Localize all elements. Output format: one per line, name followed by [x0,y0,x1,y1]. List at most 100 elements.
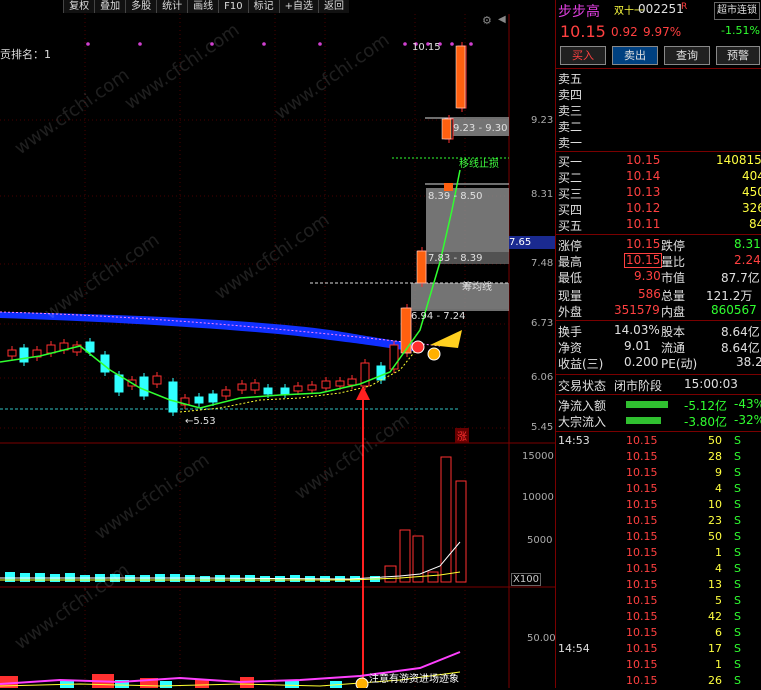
stat-row: 外盘 351579 内盘 860567 [556,303,761,319]
bid-row-1: 买一 10.15 140815 [556,153,761,169]
tick-row: 10.15 5 S [556,594,761,610]
stat-label: 换手 [558,325,583,339]
marker-dot [262,42,266,46]
ask-row-5: 卖五 [556,70,761,86]
candle [280,387,290,395]
tick-side: S [734,562,741,575]
buy-button[interactable]: 买入 [560,46,606,65]
tick-row: 10.15 1 S [556,658,761,674]
indicator-bar [285,681,299,688]
price-axis-label: 5.45 [531,422,554,433]
tick-volume: 42 [708,610,722,623]
tick-row: 14:54 10.15 17 S [556,642,761,658]
toolbar-draw-button[interactable]: 画线 [187,0,219,13]
kline-chart-area[interactable]: www.cfchi.com www.cfchi.com www.cfchi.com w… [0,0,555,688]
volume-bar [260,576,270,582]
volume-bar-up [427,571,439,583]
stat-label: 跌停 [661,239,686,253]
ask-row-4: 卖四 [556,86,761,102]
alert-button[interactable]: 预警 [716,46,760,65]
tick-row: 10.15 10 S [556,498,761,514]
stat-label: 流通 [661,341,686,355]
trade-time: 15:00:03 [684,377,738,391]
tick-price: 10.15 [626,546,658,559]
tick-row: 10.15 50 S [556,530,761,546]
sector-badge[interactable]: 超市连锁 [714,2,760,20]
ask-label: 卖五 [558,72,583,86]
candle [168,381,178,413]
toolbar-back-button[interactable]: 返回 [318,0,349,13]
toolbar-f10-button[interactable]: F10 [218,0,248,13]
tick-side: S [734,594,741,607]
limit-up-candle [455,45,466,109]
kline-chart-svg: www.cfchi.comwww.cfchi.com www.cfchi.comw… [0,14,555,688]
stat-value: 8.31 [734,237,761,251]
buy-signal-icon [427,347,441,361]
current-price: 10.15 [560,22,606,41]
limit-up-candle [416,250,427,284]
stat-value-highlight: 10.15 [624,253,663,268]
tick-volume: 50 [708,530,722,543]
stat-label: 量比 [661,255,686,269]
sell-button[interactable]: 卖出 [612,46,658,65]
bid-price: 10.12 [626,201,661,215]
candle [85,341,95,353]
bid-volume: 84 [749,217,761,231]
tick-side: S [734,466,741,479]
toolbar-mark-button[interactable]: 标记 [247,0,279,13]
tick-price: 10.15 [626,482,658,495]
candle [7,349,17,357]
stat-row: 最高 10.15 量比 2.24 [556,253,761,269]
sector-change: -1.51% [721,24,760,37]
trade-status: 闭市阶段 [614,379,663,393]
marker-dot [403,42,407,46]
zone-label-1: 9.23 - 9.30 [453,123,508,134]
tick-price: 10.15 [626,514,658,527]
marker-dot [86,42,90,46]
toolbar-multi-stock-button[interactable]: 多股 [125,0,157,13]
toolbar-fuquan-button[interactable]: 复权 [63,0,95,13]
tick-row: 10.15 1 S [556,546,761,562]
marker-dot [318,42,322,46]
candle [19,347,29,363]
divider [556,374,761,375]
volume-bar-up [455,480,467,583]
tick-price: 10.15 [626,434,658,447]
toolbar-add-watchlist-button[interactable]: +自选 [278,0,318,13]
watermark-text: www.cfchi.com [91,449,214,544]
stat-value: 10.15 [626,237,661,251]
tick-volume: 10 [708,498,722,511]
zone-label-4: 6.94 - 7.24 [411,311,466,322]
bid-price: 10.13 [626,185,661,199]
toolbar-overlay-button[interactable]: 叠加 [94,0,126,13]
stat-row: 现量 586 总量 121.2万 [556,287,761,303]
price-axis-label: 6.73 [531,318,554,329]
stat-label: 收益(三) [558,357,604,371]
bid-label: 买五 [558,219,583,233]
price-change: 0.92 [611,25,638,39]
stop-loss-label: 移线止损 [459,159,499,170]
toolbar-stats-button[interactable]: 统计 [156,0,188,13]
candle [139,376,149,397]
flow-label: 净流入额 [558,399,607,413]
settings-gear-icon[interactable]: ⚙ [482,14,492,27]
ask-label: 卖三 [558,104,583,118]
tick-row: 10.15 4 S [556,562,761,578]
price-axis-label: 8.31 [531,189,554,200]
tick-price: 10.15 [626,674,658,687]
tick-volume: 23 [708,514,722,527]
stat-label: 总量 [661,289,686,303]
candle [444,183,453,191]
stat-label: PE(动) [661,357,698,371]
volume-axis-label: 15000 [522,451,554,462]
price-axis-label: 9.23 [531,115,554,126]
expand-triangle-icon[interactable]: ◀ [498,14,506,25]
candle [347,378,357,386]
tick-row: 10.15 6 S [556,626,761,642]
tick-side: S [734,626,741,639]
lower-axis-label: 50.00 [527,633,555,644]
zone-label-2: 8.39 - 8.50 [428,191,483,202]
query-button[interactable]: 查询 [664,46,710,65]
price-axis-label: 7.48 [531,258,554,269]
tick-row: 10.15 4 S [556,482,761,498]
